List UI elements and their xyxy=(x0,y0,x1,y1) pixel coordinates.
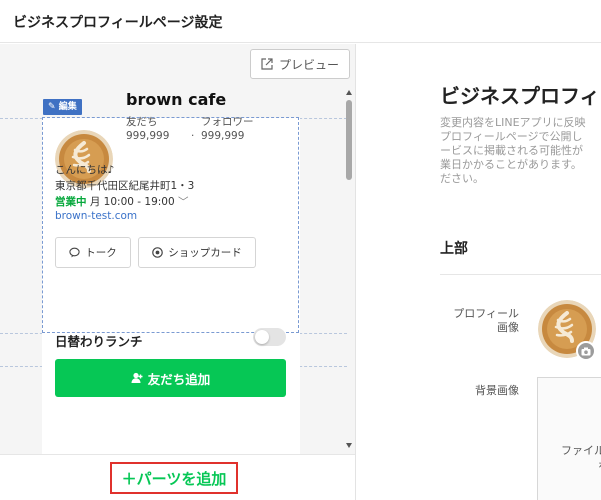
talk-button: トーク xyxy=(55,237,131,268)
page-header: ビジネスプロフィールページ設定 xyxy=(0,0,601,43)
shopcard-icon xyxy=(152,247,164,258)
talk-label: トーク xyxy=(85,247,117,259)
section-heading-top: 上部 xyxy=(440,241,468,257)
upload-text: ファイル xyxy=(561,444,601,457)
edit-tag[interactable]: ✎ 編集 xyxy=(43,99,82,115)
preview-label: プレビュー xyxy=(278,57,339,72)
chevron-down-icon: ﹀ xyxy=(178,196,189,208)
add-parts-button[interactable]: ＋パーツを追加 xyxy=(110,462,238,494)
friends-label: 友だち xyxy=(126,116,158,128)
preview-button[interactable]: プレビュー xyxy=(250,49,350,79)
shopcard-label: ショップカード xyxy=(168,247,242,259)
scroll-up-arrow-icon[interactable] xyxy=(346,90,352,95)
preview-pane: プレビュー ✎ 編集 brown cafe 友だち 999,999 · フォロワ… xyxy=(0,44,356,500)
business-hours: 営業中 月 10:00 - 19:00 ﹀ xyxy=(55,194,189,209)
chat-bubble-icon xyxy=(69,247,80,258)
camera-icon[interactable] xyxy=(576,341,596,361)
stat-separator: · xyxy=(191,130,195,142)
shopcard-button: ショップカード xyxy=(138,237,256,268)
greeting-text: こんにちは♪ xyxy=(55,164,115,176)
external-link-icon xyxy=(261,58,273,70)
profile-image-label: プロフィール 画像 xyxy=(453,307,519,334)
address-text: 東京都千代田区紀尾井町1・3 xyxy=(55,180,195,192)
hours-status: 営業中 xyxy=(55,196,87,208)
hours-text: 月 10:00 - 19:00 xyxy=(89,196,175,208)
page-title: ビジネスプロフィールページ設定 xyxy=(13,15,223,31)
settings-pane: ビジネスプロフィ 変更内容をLINEアプリに反映 プロフィールページで公開し ー… xyxy=(357,44,601,500)
scroll-down-arrow-icon[interactable] xyxy=(346,443,352,448)
scroll-thumb[interactable] xyxy=(346,100,352,180)
lunch-toggle[interactable] xyxy=(253,328,286,346)
settings-title: ビジネスプロフィ xyxy=(440,84,600,108)
shop-name: brown cafe xyxy=(126,90,227,109)
friends-count: 999,999 xyxy=(126,130,170,142)
add-friend-label: 友だち追加 xyxy=(147,371,211,387)
followers-label: フォロワー xyxy=(201,116,254,128)
followers-count: 999,999 xyxy=(201,130,245,142)
preview-scrollbar[interactable] xyxy=(344,88,354,450)
section-divider xyxy=(440,274,601,275)
settings-description: 変更内容をLINEアプリに反映 プロフィールページで公開し ービスに掲載される可… xyxy=(440,116,586,185)
background-image-label: 背景画像 xyxy=(475,384,519,397)
toggle-knob xyxy=(255,330,269,344)
add-user-icon xyxy=(131,372,143,383)
website-link: brown-test.com xyxy=(55,210,138,222)
add-friend-button: 友だち追加 xyxy=(55,359,286,397)
pencil-icon: ✎ xyxy=(48,102,56,112)
background-image-upload[interactable]: ファイル を xyxy=(537,377,601,500)
lunch-label: 日替わりランチ xyxy=(55,334,143,349)
